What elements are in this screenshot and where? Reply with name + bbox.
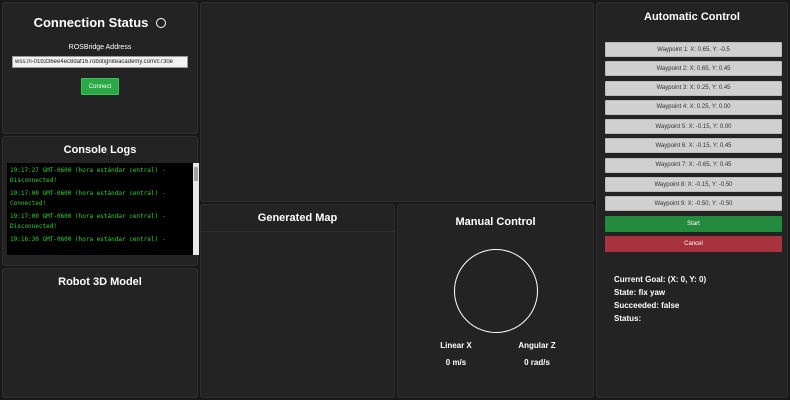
connection-status-indicator-icon [156, 17, 167, 28]
linear-x-value: 0 m/s [445, 358, 467, 367]
connect-button[interactable]: Connect [81, 78, 119, 95]
camera-view-panel [200, 2, 594, 202]
goal-status-info: Current Goal: (X: 0, Y: 0) State: fix ya… [614, 273, 706, 325]
waypoint-5-button[interactable]: Waypoint 5: X: -0.15, Y: 0.00 [605, 119, 782, 135]
console-scroll-thumb[interactable] [194, 167, 198, 181]
manual-control-panel: Manual Control Linear X 0 m/s Angular Z … [397, 204, 594, 398]
angular-z-readout: Angular Z 0 rad/s [502, 341, 572, 367]
connection-title: Connection Status [33, 15, 149, 30]
current-goal-text: Current Goal: (X: 0, Y: 0) [614, 275, 707, 284]
console-scrollbar[interactable] [193, 163, 199, 255]
status-text: Status: [614, 314, 642, 323]
joystick[interactable] [454, 249, 538, 333]
log-entry: 19:17:00 GMT-0600 (hora estándar central… [10, 190, 166, 207]
automatic-control-title: Automatic Control [644, 11, 740, 23]
log-entry: 19:17:27 GMT-0600 (hora estándar central… [10, 167, 166, 184]
state-text: State: fix yaw [614, 288, 666, 297]
waypoint-1-button[interactable]: Waypoint 1: X: 0.65, Y: -0.5 [605, 42, 782, 57]
waypoint-2-button[interactable]: Waypoint 2: X: 0.65, Y: 0.45 [605, 61, 782, 77]
waypoint-8-button[interactable]: Waypoint 8: X: -0.15, Y: -0.50 [605, 177, 782, 193]
log-entry: 19:16:30 GMT-0600 (hora estándar central… [10, 236, 166, 243]
rosbridge-address-input[interactable] [12, 56, 188, 68]
generated-map-title: Generated Map [201, 212, 394, 232]
succeeded-text: Succeeded: false [614, 301, 680, 310]
linear-x-label: Linear X [440, 341, 472, 350]
console-logs-title: Console Logs [63, 144, 137, 156]
waypoint-6-button[interactable]: Waypoint 6: X: -0.15, Y: 0.45 [605, 138, 782, 154]
waypoint-4-button[interactable]: Waypoint 4: X: 0.25, Y: 0.00 [605, 99, 782, 115]
waypoint-list: Waypoint 1: X: 0.65, Y: -0.5 Waypoint 2:… [605, 42, 782, 216]
angular-z-value: 0 rad/s [524, 358, 550, 367]
log-entry: 19:17:00 GMT-0600 (hora estándar central… [10, 213, 166, 230]
manual-control-title: Manual Control [455, 216, 536, 228]
cancel-button[interactable]: Cancel [605, 236, 782, 252]
connection-title-row: Connection Status [3, 15, 197, 30]
generated-map-panel: Generated Map [200, 204, 395, 398]
robot-3d-model-panel: Robot 3D Model [2, 268, 198, 398]
robot-3d-model-title: Robot 3D Model [58, 276, 142, 288]
linear-x-readout: Linear X 0 m/s [421, 341, 491, 367]
rosbridge-address-label: ROSBridge Address [68, 44, 132, 51]
start-button[interactable]: Start [605, 216, 782, 232]
waypoint-3-button[interactable]: Waypoint 3: X: 0.25, Y: 0.45 [605, 80, 782, 96]
connection-panel: Connection Status ROSBridge Address Conn… [2, 2, 198, 134]
angular-z-label: Angular Z [518, 341, 556, 350]
console-log-box[interactable]: 19:17:27 GMT-0600 (hora estándar central… [7, 163, 199, 255]
waypoint-9-button[interactable]: Waypoint 9: X: -0.50, Y: -0.50 [605, 196, 782, 212]
waypoint-7-button[interactable]: Waypoint 7: X: -0.65, Y: 0.45 [605, 157, 782, 173]
console-logs-panel: Console Logs 19:17:27 GMT-0600 (hora est… [2, 136, 199, 266]
automatic-control-panel: Automatic Control Waypoint 1: X: 0.65, Y… [596, 2, 788, 398]
